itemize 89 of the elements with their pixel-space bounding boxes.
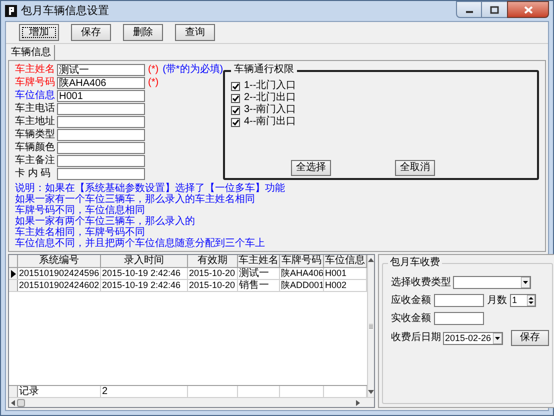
field-label: 车主姓名 <box>15 65 56 75</box>
field-label: 车位信息 <box>15 91 56 101</box>
field-label: 车主电话 <box>15 104 56 114</box>
select-button[interactable]: 全取消 <box>395 160 435 176</box>
save-button[interactable]: 保存 <box>511 330 549 346</box>
checkbox-label: 2--北门出口 <box>244 93 296 103</box>
input-field[interactable]: H001 <box>57 90 145 102</box>
input-field[interactable] <box>57 168 145 180</box>
help-text: 说明：如果在【系统基础参数设置】选择了【一位多车】功能 <box>15 183 286 194</box>
help-text: 如果一家有一个车位三辆车，那么录入的车主姓名相同 <box>15 194 256 205</box>
row-header-cell[interactable] <box>9 268 18 279</box>
maximize-button[interactable] <box>482 1 507 18</box>
help-text: 车牌号码不同，车位信息相同 <box>15 205 146 216</box>
table-cell: 2015-10-20 <box>188 268 238 279</box>
field-label: 车主备注 <box>15 156 56 166</box>
input-field[interactable] <box>434 294 484 307</box>
checkbox-label: 4--南门出口 <box>244 117 296 127</box>
row-header-cell[interactable] <box>9 280 18 291</box>
input-field[interactable]: 陕AHA406 <box>57 77 145 89</box>
field-label: 实收金额 <box>391 314 431 324</box>
checkbox[interactable] <box>231 94 240 102</box>
group-title: 包月车收费 <box>388 258 442 268</box>
app-icon <box>5 5 17 17</box>
field-label: 收费后日期 <box>391 333 441 343</box>
field-label: 车主地址 <box>15 117 56 127</box>
checkbox[interactable] <box>231 118 240 126</box>
table-cell: 2015-10-19 2:42:46 <box>101 280 188 291</box>
table-cell: 2015101902424596 <box>18 268 101 279</box>
table-cell: 测试一 <box>238 268 280 279</box>
column-header[interactable]: 录入时间 <box>101 255 188 267</box>
scroll-up-icon[interactable] <box>368 258 374 262</box>
close-icon <box>524 6 532 14</box>
row-pointer-icon <box>10 270 16 278</box>
field-label: 车牌号码 <box>15 78 56 88</box>
window-title: 包月车辆信息设置 <box>21 4 109 19</box>
scroll-grip-icon[interactable] <box>369 324 373 328</box>
minimize-button[interactable] <box>456 1 482 18</box>
table-cell: 陕AHA406 <box>280 268 324 279</box>
checkbox[interactable] <box>231 106 240 114</box>
group-title: 车辆通行权限 <box>231 65 297 75</box>
scroll-thumb[interactable] <box>17 398 25 406</box>
input-field[interactable] <box>57 155 145 167</box>
select-button[interactable]: 全选择 <box>291 160 331 176</box>
input-field[interactable] <box>57 116 145 128</box>
field-label: 月数 <box>487 296 507 306</box>
field-label: 卡 内 码 <box>15 169 52 179</box>
date-picker[interactable]: 2015-02-26 <box>443 332 503 344</box>
maximize-icon <box>490 6 499 14</box>
input-field[interactable] <box>57 103 145 115</box>
help-text: 如果一家有两个车位三辆车，那么录入的 <box>15 216 196 227</box>
table-cell: 2015-10-20 <box>188 280 238 291</box>
checkbox[interactable] <box>231 82 240 90</box>
vertical-scrollbar[interactable] <box>367 255 374 397</box>
dropdown-arrow-icon[interactable] <box>521 277 530 288</box>
required-mark: (*) <box>148 78 159 88</box>
spinner-field[interactable]: 1 <box>510 294 536 307</box>
field-label: 应收金额 <box>391 296 431 306</box>
dropdown-field[interactable] <box>453 276 531 289</box>
input-field[interactable] <box>57 142 145 154</box>
required-mark: (*) <box>148 65 159 75</box>
input-field[interactable] <box>57 129 145 141</box>
spinner-arrows-icon[interactable] <box>527 295 535 306</box>
scroll-right-icon[interactable] <box>356 400 360 406</box>
date-value: 2015-02-26 <box>444 334 492 342</box>
scroll-down-icon[interactable] <box>368 390 374 394</box>
table-cell: 销售一 <box>238 280 280 291</box>
toolbar-button[interactable]: 查询 <box>175 24 215 41</box>
table-cell: 2015-10-19 2:42:46 <box>101 268 188 279</box>
column-header[interactable]: 有效期 <box>188 255 238 267</box>
scroll-left-icon[interactable] <box>11 400 15 406</box>
field-label: 车辆类型 <box>15 130 56 140</box>
dropdown-arrow-icon[interactable] <box>493 332 502 344</box>
spinner-value: 1 <box>511 296 518 305</box>
table-cell: 2015101902424602 <box>18 280 101 291</box>
tab[interactable]: 车辆信息 <box>8 45 55 60</box>
help-text: 车位信息不同，并且把两个车位信息随意分配到三个车上 <box>15 238 266 249</box>
help-text: 车主姓名相同，车牌号码不同 <box>15 227 145 238</box>
checkbox-label: 3--南门入口 <box>244 105 296 115</box>
horizontal-scrollbar[interactable] <box>9 397 374 407</box>
close-button[interactable] <box>507 1 549 18</box>
toolbar-button[interactable]: 保存 <box>71 24 111 41</box>
toolbar-button[interactable]: 删除 <box>123 24 163 41</box>
checkbox-label: 1--北门入口 <box>244 81 296 91</box>
toolbar-button[interactable]: 增加 <box>19 24 59 41</box>
input-field[interactable] <box>434 312 484 325</box>
field-label: 选择收费类型 <box>391 278 451 288</box>
input-field[interactable]: 测试一 <box>57 64 145 76</box>
required-note: (带*的为必填) <box>162 65 224 75</box>
field-label: 车辆颜色 <box>15 143 56 153</box>
